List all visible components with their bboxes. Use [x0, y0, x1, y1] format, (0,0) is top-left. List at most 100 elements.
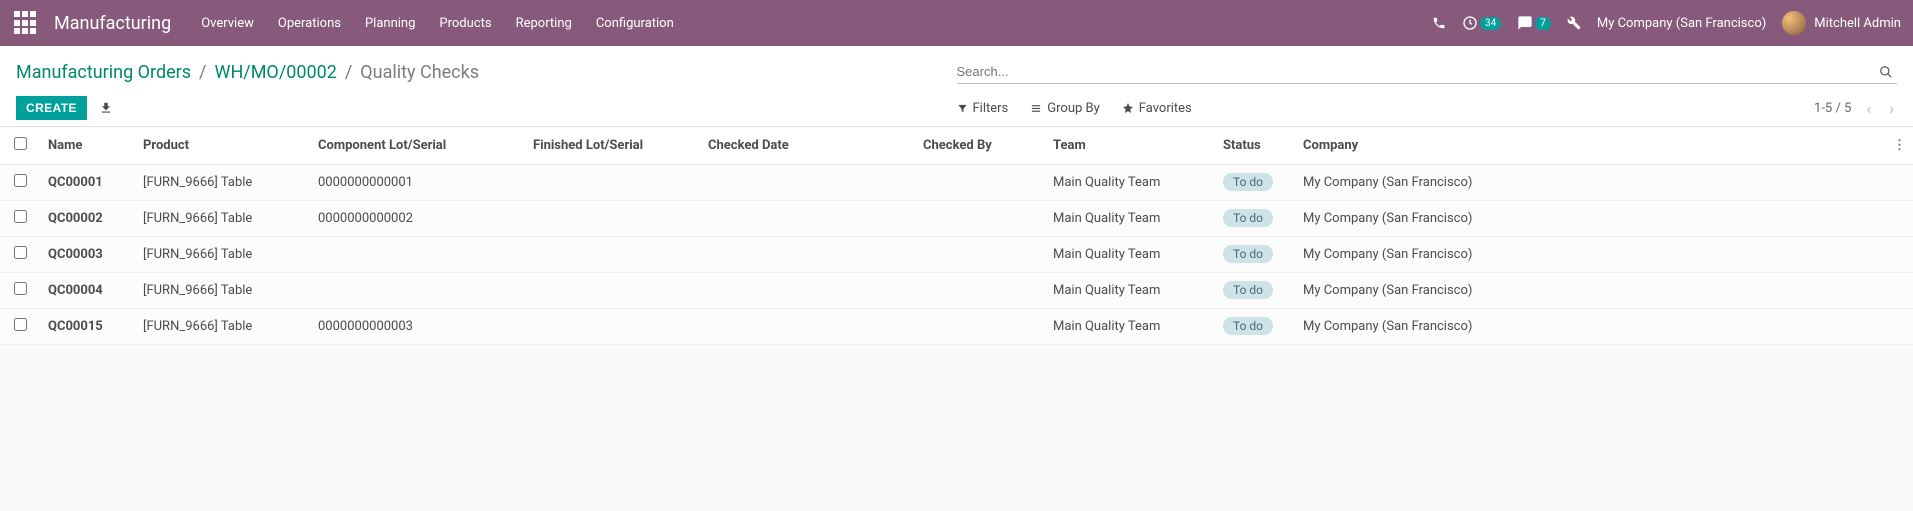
cell-component-lot: 0000000000002	[310, 201, 525, 237]
app-title[interactable]: Manufacturing	[54, 13, 171, 34]
cell-product: [FURN_9666] Table	[135, 237, 310, 273]
cell-component-lot: 0000000000003	[310, 309, 525, 345]
header-checked-by[interactable]: Checked By	[915, 127, 1045, 165]
header-team[interactable]: Team	[1045, 127, 1215, 165]
cell-finished-lot	[525, 237, 700, 273]
filters-label: Filters	[973, 101, 1009, 116]
cell-product: [FURN_9666] Table	[135, 309, 310, 345]
cell-product: [FURN_9666] Table	[135, 201, 310, 237]
avatar	[1782, 11, 1806, 35]
cell-finished-lot	[525, 273, 700, 309]
header-product[interactable]: Product	[135, 127, 310, 165]
cell-name: QC00003	[40, 237, 135, 273]
cell-component-lot	[310, 237, 525, 273]
quality-checks-table: Name Product Component Lot/Serial Finish…	[0, 127, 1913, 345]
control-panel: Manufacturing Orders / WH/MO/00002 / Qua…	[0, 46, 1913, 127]
cell-checked-date	[700, 273, 915, 309]
row-checkbox[interactable]	[14, 282, 27, 295]
groupby-button[interactable]: Group By	[1030, 101, 1100, 116]
cell-company: My Company (San Francisco)	[1295, 237, 1885, 273]
row-checkbox[interactable]	[14, 210, 27, 223]
cell-name: QC00004	[40, 273, 135, 309]
table-row[interactable]: QC00002[FURN_9666] Table0000000000002Mai…	[0, 201, 1913, 237]
cell-finished-lot	[525, 165, 700, 201]
status-badge: To do	[1223, 317, 1273, 335]
table-row[interactable]: QC00003[FURN_9666] Table Main Quality Tea…	[0, 237, 1913, 273]
create-button[interactable]: Create	[16, 96, 87, 120]
search-icon[interactable]	[1875, 65, 1897, 79]
debug-icon[interactable]	[1567, 16, 1581, 30]
pager-prev[interactable]: ‹	[1863, 99, 1874, 118]
activities-count: 34	[1480, 17, 1501, 30]
messages-count: 7	[1535, 17, 1551, 30]
row-checkbox[interactable]	[14, 174, 27, 187]
breadcrumb-root[interactable]: Manufacturing Orders	[16, 62, 191, 83]
row-checkbox[interactable]	[14, 318, 27, 331]
cell-team: Main Quality Team	[1045, 165, 1215, 201]
favorites-button[interactable]: Favorites	[1122, 101, 1192, 116]
filters-button[interactable]: Filters	[957, 101, 1009, 116]
import-button[interactable]	[99, 101, 113, 115]
cell-checked-date	[700, 165, 915, 201]
header-company[interactable]: Company	[1295, 127, 1885, 165]
table-row[interactable]: QC00015[FURN_9666] Table0000000000003 Mai…	[0, 309, 1913, 345]
company-selector[interactable]: My Company (San Francisco)	[1597, 16, 1766, 31]
favorites-label: Favorites	[1139, 101, 1192, 116]
header-checked-date[interactable]: Checked Date	[700, 127, 915, 165]
select-all-checkbox[interactable]	[14, 137, 27, 150]
cell-checked-by	[915, 201, 1045, 237]
cell-status: To do	[1215, 237, 1295, 273]
list-view: Name Product Component Lot/Serial Finish…	[0, 127, 1913, 345]
header-status[interactable]: Status	[1215, 127, 1295, 165]
phone-icon[interactable]	[1432, 16, 1446, 30]
nav-menu-planning[interactable]: Planning	[365, 16, 415, 31]
columns-menu-icon[interactable]: ⋮	[1893, 138, 1906, 153]
nav-menu-products[interactable]: Products	[439, 16, 491, 31]
cell-product: [FURN_9666] Table	[135, 165, 310, 201]
pager-next[interactable]: ›	[1886, 99, 1897, 118]
cell-checked-by	[915, 309, 1045, 345]
cell-checked-by	[915, 273, 1045, 309]
nav-menu-overview[interactable]: Overview	[201, 16, 254, 31]
nav-menu: Overview Operations Planning Products Re…	[201, 16, 674, 31]
cell-checked-date	[700, 237, 915, 273]
cell-component-lot	[310, 273, 525, 309]
row-checkbox[interactable]	[14, 246, 27, 259]
nav-menu-reporting[interactable]: Reporting	[516, 16, 572, 31]
cell-team: Main Quality Team	[1045, 309, 1215, 345]
cell-name: QC00015	[40, 309, 135, 345]
table-row[interactable]: QC00001[FURN_9666] Table0000000000001Mai…	[0, 165, 1913, 201]
header-finished-lot[interactable]: Finished Lot/Serial	[525, 127, 700, 165]
search-input[interactable]	[957, 64, 1876, 79]
table-row[interactable]: QC00004[FURN_9666] Table Main Quality Tea…	[0, 273, 1913, 309]
breadcrumb-mo[interactable]: WH/MO/00002	[214, 62, 336, 83]
cell-name: QC00001	[40, 165, 135, 201]
user-menu[interactable]: Mitchell Admin	[1782, 11, 1901, 35]
nav-menu-configuration[interactable]: Configuration	[596, 16, 674, 31]
pager-range[interactable]: 1-5 / 5	[1814, 101, 1851, 116]
cell-company: My Company (San Francisco)	[1295, 273, 1885, 309]
nav-menu-operations[interactable]: Operations	[278, 16, 341, 31]
breadcrumb-current: Quality Checks	[360, 62, 479, 83]
status-badge: To do	[1223, 173, 1273, 191]
header-name[interactable]: Name	[40, 127, 135, 165]
cell-status: To do	[1215, 273, 1295, 309]
status-badge: To do	[1223, 245, 1273, 263]
status-badge: To do	[1223, 281, 1273, 299]
cell-checked-date	[700, 201, 915, 237]
user-name: Mitchell Admin	[1814, 16, 1901, 31]
navbar: Manufacturing Overview Operations Planni…	[0, 0, 1913, 46]
breadcrumb: Manufacturing Orders / WH/MO/00002 / Qua…	[16, 62, 479, 83]
cell-team: Main Quality Team	[1045, 273, 1215, 309]
groupby-label: Group By	[1047, 101, 1100, 116]
cell-company: My Company (San Francisco)	[1295, 309, 1885, 345]
pager: 1-5 / 5 ‹ ›	[1814, 99, 1897, 118]
activities-icon[interactable]: 34	[1462, 15, 1501, 31]
apps-grid-icon[interactable]	[12, 9, 40, 37]
cell-company: My Company (San Francisco)	[1295, 201, 1885, 237]
cell-product: [FURN_9666] Table	[135, 273, 310, 309]
header-component-lot[interactable]: Component Lot/Serial	[310, 127, 525, 165]
cell-team: Main Quality Team	[1045, 237, 1215, 273]
status-badge: To do	[1223, 209, 1273, 227]
messages-icon[interactable]: 7	[1517, 15, 1551, 31]
